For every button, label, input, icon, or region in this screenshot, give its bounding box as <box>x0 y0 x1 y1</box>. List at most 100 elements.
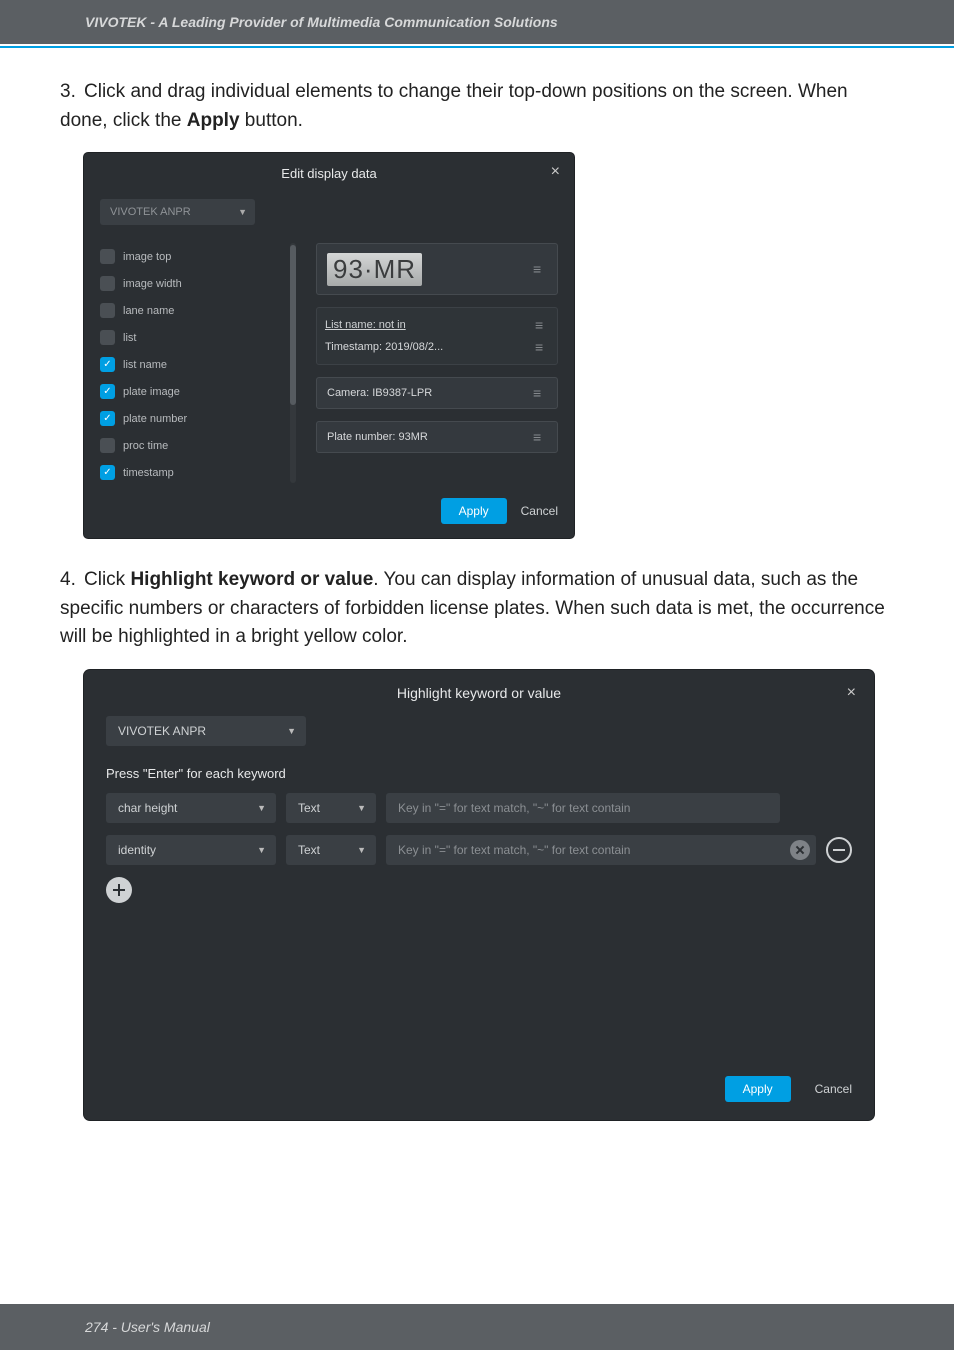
dialog2-source-value: VIVOTEK ANPR <box>118 724 206 738</box>
list-item-label: proc time <box>123 440 168 452</box>
minus-icon <box>833 849 845 851</box>
checkbox-icon[interactable]: ✓ <box>100 357 115 372</box>
preview-platenum-card[interactable]: Plate number: 93MR ≡ <box>316 421 558 453</box>
dialog2-titlebar: Highlight keyword or value × <box>84 670 874 716</box>
list-item[interactable]: ✓ plate image <box>100 378 290 405</box>
list-item[interactable]: list <box>100 324 290 351</box>
preview-camera-card[interactable]: Camera: IB9387-LPR ≡ <box>316 377 558 409</box>
drag-handle-icon[interactable]: ≡ <box>533 429 547 445</box>
edit-display-data-dialog: Edit display data × VIVOTEK ANPR ▼ image… <box>84 153 574 538</box>
chevron-down-icon: ▼ <box>357 803 366 813</box>
checkbox-icon[interactable]: ✓ <box>100 384 115 399</box>
rule-keyword-placeholder: Key in "=" for text match, "~" for text … <box>398 843 630 857</box>
list-item[interactable]: image top <box>100 243 290 270</box>
drag-handle-icon[interactable]: ≡ <box>533 385 547 401</box>
list-item[interactable]: ✓ plate number <box>100 405 290 432</box>
preview-camera-label: Camera: IB9387-LPR <box>327 387 432 399</box>
checkbox-icon[interactable] <box>100 438 115 453</box>
dialog2-source-select[interactable]: VIVOTEK ANPR ▼ <box>106 716 306 746</box>
rule-keyword-input[interactable]: Key in "=" for text match, "~" for text … <box>386 835 816 865</box>
remove-rule-button[interactable] <box>826 837 852 863</box>
step-3-text-1: Click and drag individual elements to ch… <box>60 81 848 131</box>
apply-button[interactable]: Apply <box>441 498 507 524</box>
dialog2-title: Highlight keyword or value <box>397 685 561 701</box>
list-item-label: plate image <box>123 386 180 398</box>
rule-field-value: identity <box>118 843 156 857</box>
list-item[interactable]: proc time <box>100 432 290 459</box>
list-item-label: list name <box>123 359 167 371</box>
step-3-paragraph: 3.Click and drag individual elements to … <box>60 78 894 135</box>
keyword-rule-row: char height ▼ Text ▼ Key in "=" for text… <box>106 793 852 823</box>
close-icon[interactable]: × <box>551 163 560 181</box>
dialog1-preview-pane: 93·MR ≡ List name: not in ≡ Timestamp: 2… <box>290 243 558 495</box>
plus-icon <box>118 884 120 896</box>
checkbox-icon[interactable]: ✓ <box>100 411 115 426</box>
list-item-label: list <box>123 332 136 344</box>
dialog1-title: Edit display data <box>281 166 376 181</box>
list-item[interactable]: ✓ list name <box>100 351 290 378</box>
step-4-text-1: Click <box>84 569 130 590</box>
step-3-text-2: button. <box>240 110 303 131</box>
rule-type-select[interactable]: Text ▼ <box>286 793 376 823</box>
cancel-button[interactable]: Cancel <box>815 1082 852 1096</box>
clear-icon[interactable] <box>790 840 810 860</box>
page-footer-text: 274 - User's Manual <box>85 1319 210 1335</box>
rule-field-select[interactable]: identity ▼ <box>106 835 276 865</box>
chevron-down-icon: ▼ <box>257 845 266 855</box>
list-item-label: timestamp <box>123 467 174 479</box>
scrollbar-track[interactable] <box>290 243 296 483</box>
checkbox-icon[interactable] <box>100 330 115 345</box>
cancel-button[interactable]: Cancel <box>521 504 558 518</box>
list-item-label: plate number <box>123 413 187 425</box>
preview-plate-image-card[interactable]: 93·MR ≡ <box>316 243 558 295</box>
close-icon[interactable]: × <box>847 684 856 702</box>
step-4-number: 4. <box>60 566 84 595</box>
rule-field-select[interactable]: char height ▼ <box>106 793 276 823</box>
preview-listname-label: List name: not in <box>325 319 406 331</box>
preview-timestamp-label: Timestamp: 2019/08/2... <box>325 341 443 353</box>
list-item[interactable]: lane name <box>100 297 290 324</box>
dialog1-source-select[interactable]: VIVOTEK ANPR ▼ <box>100 199 255 225</box>
step-4-paragraph: 4.Click Highlight keyword or value. You … <box>60 566 894 652</box>
rule-keyword-placeholder: Key in "=" for text match, "~" for text … <box>398 801 630 815</box>
header-brand-line: VIVOTEK - A Leading Provider of Multimed… <box>85 14 558 30</box>
chevron-down-icon: ▼ <box>238 207 247 217</box>
drag-handle-icon[interactable]: ≡ <box>535 317 549 333</box>
rule-type-value: Text <box>298 843 320 857</box>
checkbox-icon[interactable] <box>100 303 115 318</box>
chevron-down-icon: ▼ <box>257 803 266 813</box>
rule-type-value: Text <box>298 801 320 815</box>
checkbox-icon[interactable] <box>100 249 115 264</box>
add-rule-button[interactable] <box>106 877 132 903</box>
rule-field-value: char height <box>118 801 177 815</box>
dialog2-subtitle: Press "Enter" for each keyword <box>106 766 852 781</box>
checkbox-icon[interactable] <box>100 276 115 291</box>
chevron-down-icon: ▼ <box>287 726 296 736</box>
keyword-rule-row: identity ▼ Text ▼ Key in "=" for text ma… <box>106 835 852 865</box>
dialog1-titlebar: Edit display data × <box>84 153 574 193</box>
apply-button[interactable]: Apply <box>725 1076 791 1102</box>
chevron-down-icon: ▼ <box>357 845 366 855</box>
page-header: VIVOTEK - A Leading Provider of Multimed… <box>0 0 954 44</box>
list-item-label: lane name <box>123 305 174 317</box>
preview-plate-image: 93·MR <box>327 253 422 286</box>
highlight-keyword-dialog: Highlight keyword or value × VIVOTEK ANP… <box>84 670 874 1120</box>
list-item-label: image top <box>123 251 171 263</box>
step-3-number: 3. <box>60 78 84 107</box>
list-item[interactable]: ✓ timestamp <box>100 459 290 486</box>
preview-platenum-label: Plate number: 93MR <box>327 431 428 443</box>
dialog1-source-value: VIVOTEK ANPR <box>110 206 191 218</box>
list-item-label: image width <box>123 278 182 290</box>
drag-handle-icon[interactable]: ≡ <box>533 261 547 277</box>
page-footer: 274 - User's Manual <box>0 1304 954 1350</box>
scrollbar-thumb[interactable] <box>290 245 296 405</box>
dialog1-field-list: image top image width lane name list ✓ li… <box>100 243 290 495</box>
rule-keyword-input[interactable]: Key in "=" for text match, "~" for text … <box>386 793 780 823</box>
drag-handle-icon[interactable]: ≡ <box>535 339 549 355</box>
preview-listname-timestamp-card[interactable]: List name: not in ≡ Timestamp: 2019/08/2… <box>316 307 558 365</box>
rule-type-select[interactable]: Text ▼ <box>286 835 376 865</box>
checkbox-icon[interactable]: ✓ <box>100 465 115 480</box>
list-item[interactable]: image width <box>100 270 290 297</box>
step-4-bold: Highlight keyword or value <box>130 569 373 590</box>
step-3-bold: Apply <box>187 110 240 131</box>
